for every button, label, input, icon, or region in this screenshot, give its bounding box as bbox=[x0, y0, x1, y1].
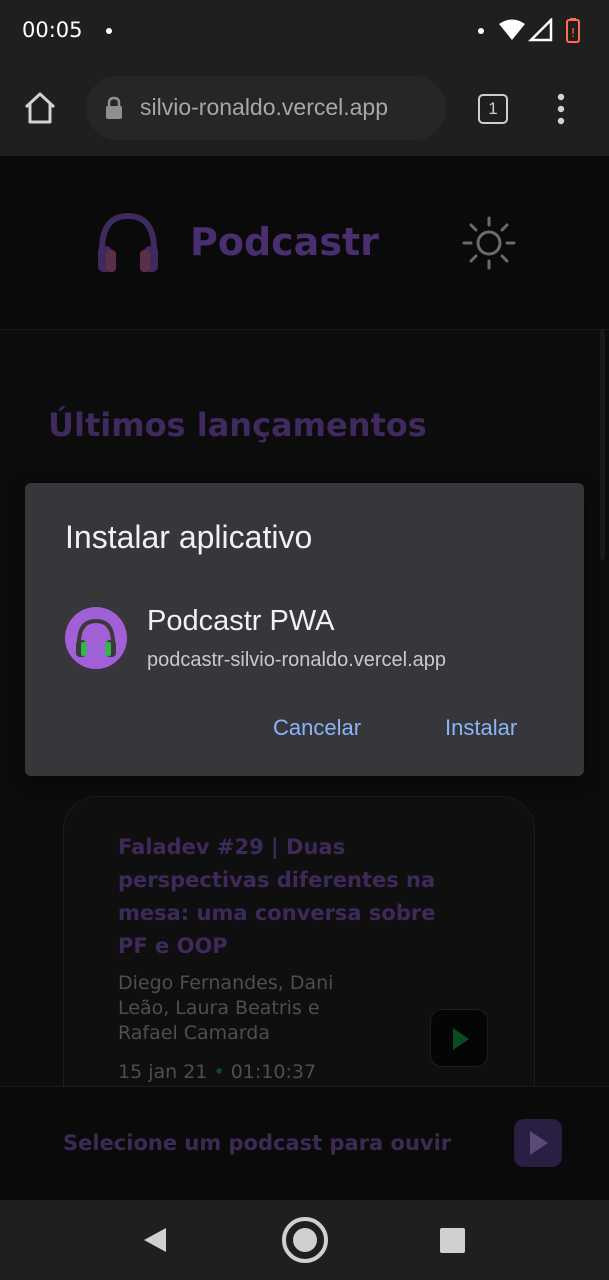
home-icon[interactable] bbox=[22, 90, 58, 126]
wifi-icon bbox=[499, 19, 525, 40]
sun-icon[interactable] bbox=[462, 216, 516, 270]
episode-meta: 15 jan 21 • 01:10:37 bbox=[118, 1061, 316, 1083]
signal-icon bbox=[527, 18, 553, 42]
dialog-title: Instalar aplicativo bbox=[65, 519, 313, 555]
headphones-icon bbox=[76, 618, 116, 657]
episode-date: 15 jan 21 bbox=[118, 1061, 208, 1083]
lock-icon bbox=[106, 96, 122, 119]
install-app-dialog: Instalar aplicativo Podcastr PWA podcast… bbox=[25, 483, 584, 776]
player-play-button[interactable] bbox=[514, 1119, 562, 1167]
meta-separator: • bbox=[213, 1061, 225, 1083]
section-title: Últimos lançamentos bbox=[48, 406, 427, 444]
browser-toolbar: silvio-ronaldo.vercel.app 1 bbox=[0, 62, 609, 156]
brand-name: Podcastr bbox=[190, 220, 379, 264]
episode-card[interactable]: Faladev #29 | Duas perspectivas diferent… bbox=[63, 796, 535, 1126]
status-icons: ! bbox=[499, 18, 580, 43]
more-options-icon[interactable] bbox=[554, 92, 568, 126]
battery-icon: ! bbox=[566, 18, 580, 43]
svg-text:!: ! bbox=[571, 26, 576, 40]
notification-dot-icon bbox=[478, 28, 484, 34]
tab-switcher-button[interactable]: 1 bbox=[478, 94, 508, 124]
play-icon bbox=[530, 1131, 548, 1155]
notification-dot-icon bbox=[106, 28, 112, 34]
app-icon bbox=[65, 607, 127, 669]
address-bar-url[interactable]: silvio-ronaldo.vercel.app bbox=[140, 94, 388, 121]
player-empty-text: Selecione um podcast para ouvir bbox=[63, 1131, 452, 1155]
home-nav-icon[interactable] bbox=[281, 1216, 329, 1264]
status-bar: 00:05 ! bbox=[0, 0, 609, 62]
status-time: 00:05 bbox=[22, 18, 83, 42]
play-icon bbox=[453, 1028, 469, 1050]
headphones-logo-icon bbox=[98, 212, 158, 272]
episode-title[interactable]: Faladev #29 | Duas perspectivas diferent… bbox=[118, 831, 458, 963]
app-url: podcastr-silvio-ronaldo.vercel.app bbox=[147, 649, 447, 671]
scrollbar[interactable] bbox=[600, 330, 605, 560]
player-bar: Selecione um podcast para ouvir bbox=[0, 1086, 609, 1200]
site-header: Podcastr bbox=[0, 156, 609, 330]
recents-icon[interactable] bbox=[440, 1228, 465, 1253]
cancel-button[interactable]: Cancelar bbox=[273, 715, 361, 741]
back-icon[interactable] bbox=[142, 1226, 168, 1254]
install-button[interactable]: Instalar bbox=[445, 715, 517, 741]
android-nav-bar bbox=[0, 1200, 609, 1280]
episode-members: Diego Fernandes, Dani Leão, Laura Beatri… bbox=[118, 972, 334, 1044]
episode-duration: 01:10:37 bbox=[230, 1061, 317, 1083]
episode-play-button[interactable] bbox=[430, 1009, 488, 1067]
app-name: Podcastr PWA bbox=[147, 605, 335, 637]
